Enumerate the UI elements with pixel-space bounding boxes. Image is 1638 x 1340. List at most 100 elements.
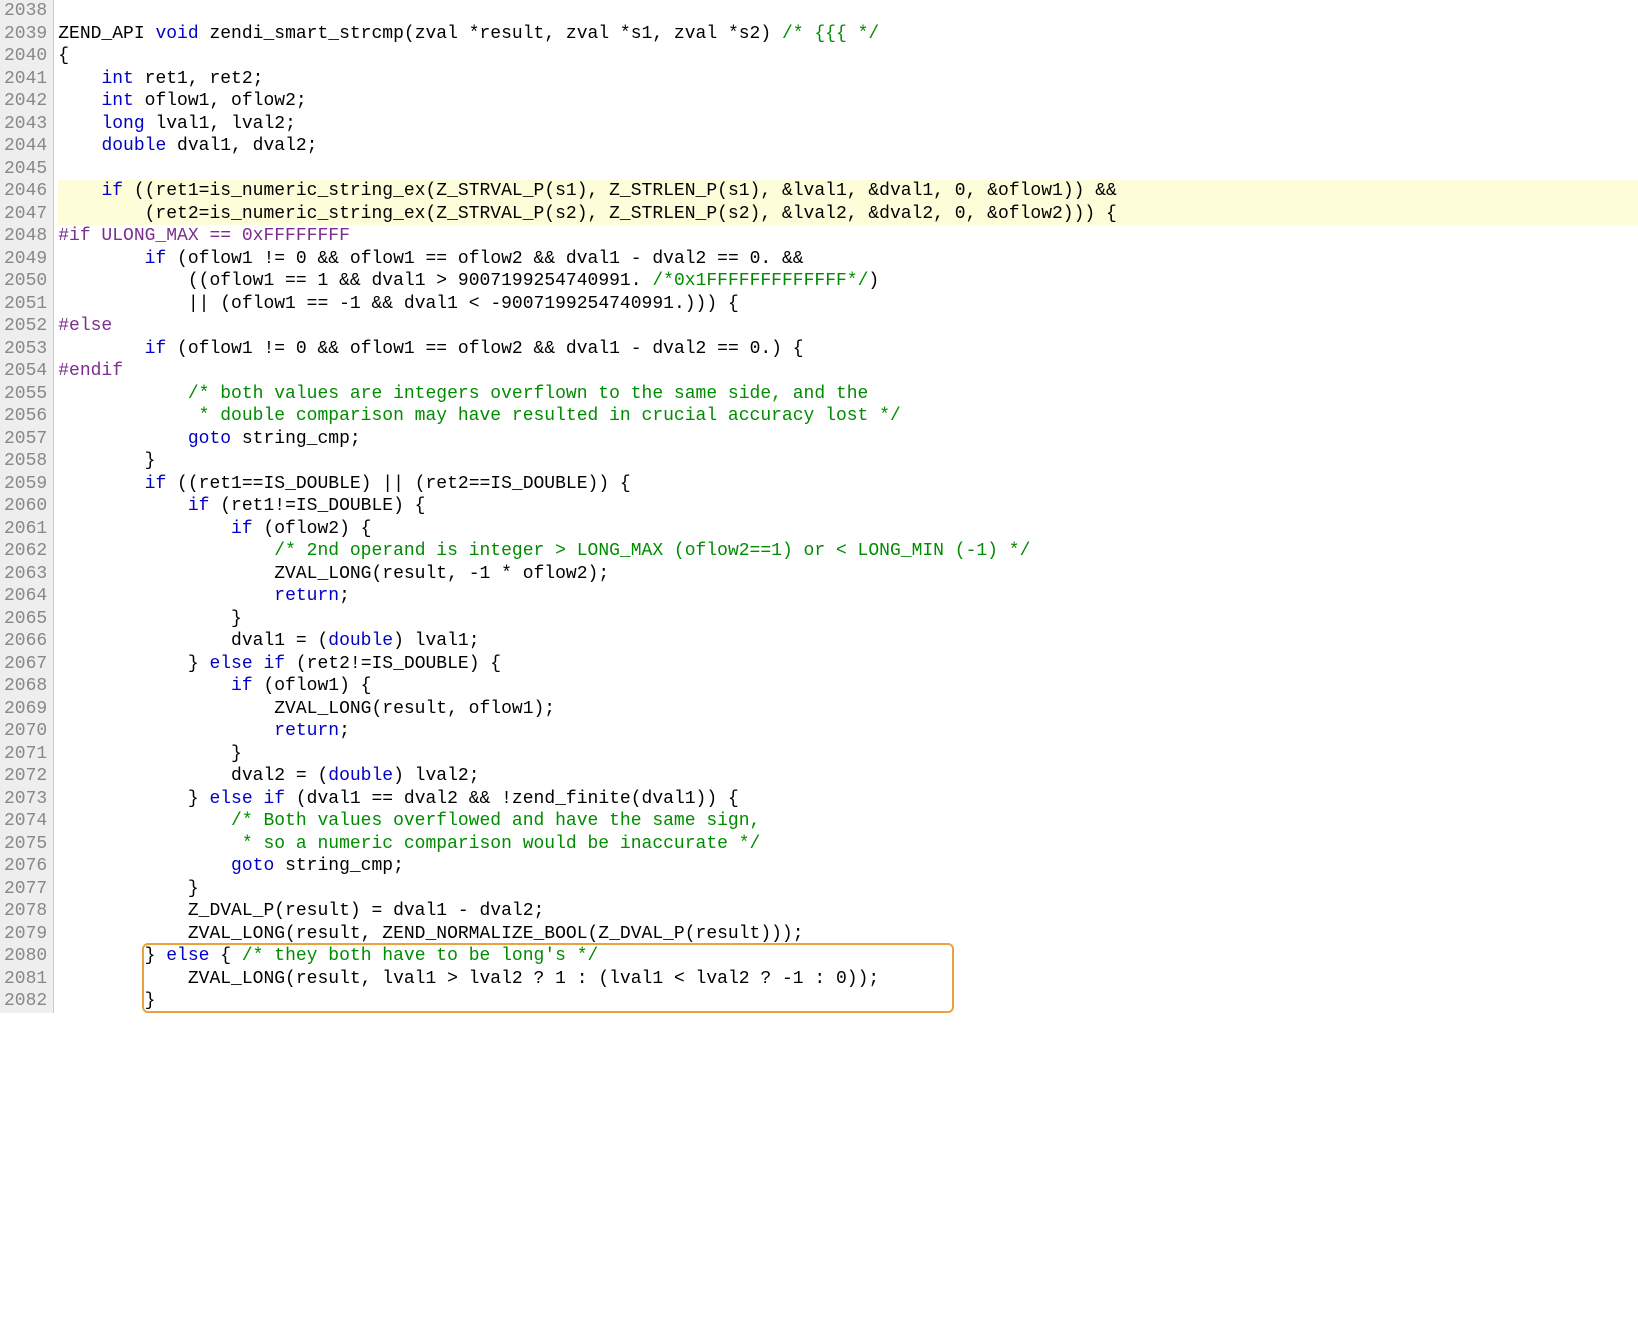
code-line[interactable]: if (oflow1) { — [58, 675, 1638, 698]
line-number: 2063 — [4, 563, 47, 586]
code-token: ) lval2; — [393, 766, 479, 786]
code-token: return — [274, 721, 339, 741]
line-number: 2053 — [4, 338, 47, 361]
code-line[interactable]: if ((ret1==IS_DOUBLE) || (ret2==IS_DOUBL… — [58, 473, 1638, 496]
code-line[interactable]: { — [58, 45, 1638, 68]
line-number: 2071 — [4, 743, 47, 766]
code-line[interactable]: } else { /* they both have to be long's … — [58, 945, 1638, 968]
code-token: } — [58, 609, 242, 629]
code-line[interactable]: /* Both values overflowed and have the s… — [58, 810, 1638, 833]
code-line[interactable]: #if ULONG_MAX == 0xFFFFFFFF — [58, 225, 1638, 248]
line-number: 2079 — [4, 923, 47, 946]
code-token: (oflow1 != — [166, 339, 296, 359]
code-token — [58, 181, 101, 201]
line-number-gutter: 2038203920402041204220432044204520462047… — [0, 0, 54, 1013]
code-token: if — [231, 676, 253, 696]
code-line[interactable]: (ret2=is_numeric_string_ex(Z_STRVAL_P(s2… — [58, 203, 1638, 226]
code-token: (dval1 == dval2 && !zend_finite(dval1)) … — [285, 789, 739, 809]
line-number: 2052 — [4, 315, 47, 338]
code-line[interactable]: if ((ret1=is_numeric_string_ex(Z_STRVAL_… — [58, 180, 1638, 203]
code-token: dval1 = ( — [58, 631, 328, 651]
code-line[interactable]: } — [58, 990, 1638, 1013]
code-line[interactable]: dval1 = (double) lval1; — [58, 630, 1638, 653]
code-line[interactable]: if (oflow2) { — [58, 518, 1638, 541]
line-number: 2076 — [4, 855, 47, 878]
code-editor: 2038203920402041204220432044204520462047… — [0, 0, 1638, 1013]
code-token — [58, 586, 274, 606]
code-token: /* they both have to be long's */ — [242, 946, 598, 966]
code-line[interactable]: } else if (dval1 == dval2 && !zend_finit… — [58, 788, 1638, 811]
code-line[interactable]: ZVAL_LONG(result, -1 * oflow2); — [58, 563, 1638, 586]
code-line[interactable]: Z_DVAL_P(result) = dval1 - dval2; — [58, 900, 1638, 923]
code-line[interactable]: ZVAL_LONG(result, lval1 > lval2 ? 1 : (l… — [58, 968, 1638, 991]
code-line[interactable] — [58, 158, 1638, 181]
code-line[interactable]: double dval1, dval2; — [58, 135, 1638, 158]
code-line[interactable]: goto string_cmp; — [58, 428, 1638, 451]
code-line[interactable]: #endif — [58, 360, 1638, 383]
code-token: goto — [188, 429, 231, 449]
code-line[interactable]: dval2 = (double) lval2; — [58, 765, 1638, 788]
code-token: -9007199254740991. — [490, 294, 684, 314]
code-line[interactable]: int ret1, ret2; — [58, 68, 1638, 91]
line-number: 2070 — [4, 720, 47, 743]
code-line[interactable]: || (oflow1 == -1 && dval1 < -90071992547… — [58, 293, 1638, 316]
code-line[interactable]: } — [58, 743, 1638, 766]
code-token — [58, 69, 101, 89]
code-line[interactable]: } else if (ret2!=IS_DOUBLE) { — [58, 653, 1638, 676]
code-token: (ret2=is_numeric_string_ex(Z_STRVAL_P(s2… — [58, 204, 955, 224]
code-token — [58, 114, 101, 134]
code-token — [58, 519, 231, 539]
code-token: ; — [339, 586, 350, 606]
code-line[interactable]: ZVAL_LONG(result, ZEND_NORMALIZE_BOOL(Z_… — [58, 923, 1638, 946]
code-line[interactable]: } — [58, 608, 1638, 631]
code-line[interactable]: /* both values are integers overflown to… — [58, 383, 1638, 406]
code-line[interactable]: if (oflow1 != 0 && oflow1 == oflow2 && d… — [58, 248, 1638, 271]
code-token: goto — [231, 856, 274, 876]
code-line[interactable]: ((oflow1 == 1 && dval1 > 900719925474099… — [58, 270, 1638, 293]
code-token: ret1, ret2; — [134, 69, 264, 89]
code-line[interactable]: int oflow1, oflow2; — [58, 90, 1638, 113]
code-line[interactable]: if (oflow1 != 0 && oflow1 == oflow2 && d… — [58, 338, 1638, 361]
code-token — [58, 384, 188, 404]
code-area[interactable]: ZEND_API void zendi_smart_strcmp(zval *r… — [54, 0, 1638, 1013]
code-line[interactable]: } — [58, 450, 1638, 473]
code-token: (ret2!=IS_DOUBLE) { — [285, 654, 501, 674]
code-token: 0. — [750, 339, 772, 359]
code-token — [58, 496, 188, 516]
code-token: 0 — [955, 204, 966, 224]
code-token: -1 — [339, 294, 361, 314]
line-number: 2043 — [4, 113, 47, 136]
code-line[interactable]: ZEND_API void zendi_smart_strcmp(zval *r… — [58, 23, 1638, 46]
code-line[interactable]: long lval1, lval2; — [58, 113, 1638, 136]
code-token: string_cmp; — [274, 856, 404, 876]
code-token: if — [145, 249, 167, 269]
code-token: if — [231, 519, 253, 539]
code-token: } — [58, 451, 155, 471]
code-line[interactable]: * double comparison may have resulted in… — [58, 405, 1638, 428]
code-line[interactable]: /* 2nd operand is integer > LONG_MAX (of… — [58, 540, 1638, 563]
code-line[interactable]: ZVAL_LONG(result, oflow1); — [58, 698, 1638, 721]
code-token: zendi_smart_strcmp(zval *result, zval *s… — [199, 24, 782, 44]
line-number: 2065 — [4, 608, 47, 631]
code-token: ))) { — [685, 294, 739, 314]
line-number: 2059 — [4, 473, 47, 496]
code-line[interactable]: return; — [58, 720, 1638, 743]
code-token: /* {{{ */ — [782, 24, 879, 44]
line-number: 2042 — [4, 90, 47, 113]
code-line[interactable]: } — [58, 878, 1638, 901]
code-token: ZEND_API — [58, 24, 155, 44]
code-line[interactable]: goto string_cmp; — [58, 855, 1638, 878]
line-number: 2054 — [4, 360, 47, 383]
code-token: if — [145, 339, 167, 359]
line-number: 2073 — [4, 788, 47, 811]
line-number: 2075 — [4, 833, 47, 856]
code-token: -1 — [782, 969, 804, 989]
code-line[interactable] — [58, 0, 1638, 23]
code-line[interactable]: * so a numeric comparison would be inacc… — [58, 833, 1638, 856]
code-token: : — [804, 969, 836, 989]
code-line[interactable]: if (ret1!=IS_DOUBLE) { — [58, 495, 1638, 518]
code-token: } — [58, 991, 155, 1011]
code-line[interactable]: return; — [58, 585, 1638, 608]
code-line[interactable]: #else — [58, 315, 1638, 338]
code-token: /* Both values overflowed and have the s… — [231, 811, 760, 831]
